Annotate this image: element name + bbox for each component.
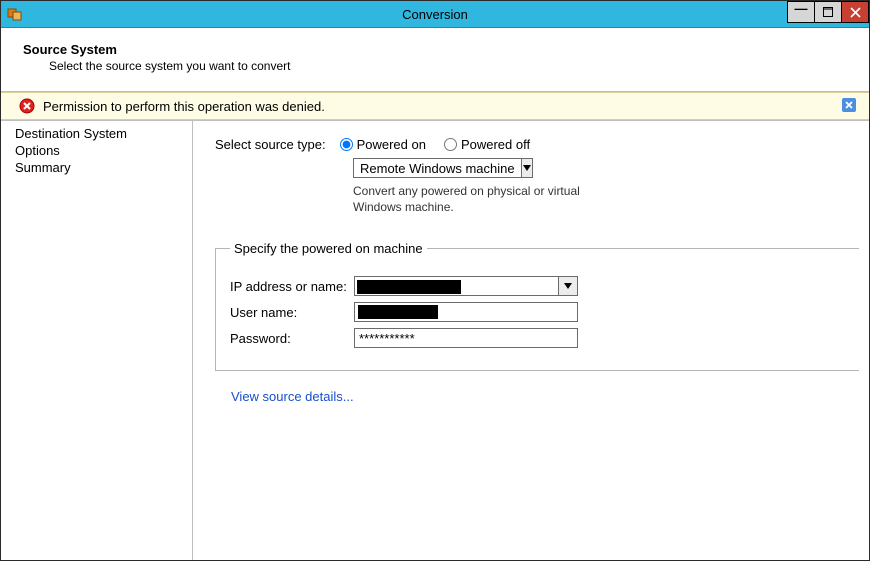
sidebar-item-destination[interactable]: Destination System [15, 125, 192, 142]
radio-powered-on-label: Powered on [357, 137, 426, 152]
chevron-down-icon[interactable] [521, 159, 532, 177]
wizard-body: Destination System Options Summary Selec… [1, 120, 869, 560]
ip-address-value [355, 277, 558, 295]
radio-powered-off-input[interactable] [444, 138, 457, 151]
specify-machine-legend: Specify the powered on machine [230, 241, 427, 256]
window-buttons: — [788, 1, 869, 23]
radio-powered-off-label: Powered off [461, 137, 530, 152]
source-type-combo[interactable]: Remote Windows machine [353, 158, 533, 178]
radio-powered-on-input[interactable] [340, 138, 353, 151]
chevron-down-icon[interactable] [558, 277, 577, 295]
source-type-combo-value: Remote Windows machine [354, 161, 521, 176]
close-button[interactable] [841, 1, 869, 23]
password-label: Password: [230, 331, 354, 346]
page-subtitle: Select the source system you want to con… [23, 57, 869, 73]
wizard-header: Source System Select the source system y… [1, 28, 869, 91]
username-label: User name: [230, 305, 354, 320]
source-type-hint: Convert any powered on physical or virtu… [353, 184, 859, 215]
conversion-window: Conversion — Source System Select the so… [0, 0, 870, 561]
page-title: Source System [23, 42, 869, 57]
source-type-label: Select source type: [215, 137, 326, 152]
titlebar: Conversion — [1, 1, 869, 28]
ip-address-combo[interactable] [354, 276, 578, 296]
maximize-button[interactable] [814, 1, 842, 23]
username-redacted [358, 305, 438, 319]
error-message: Permission to perform this operation was… [43, 99, 325, 114]
main-panel: Select source type: Powered on Powered o… [193, 121, 869, 560]
radio-powered-on[interactable]: Powered on [340, 137, 426, 152]
minimize-button[interactable]: — [787, 1, 815, 23]
ip-address-redacted [357, 280, 461, 294]
specify-machine-fieldset: Specify the powered on machine IP addres… [215, 241, 859, 371]
radio-powered-off[interactable]: Powered off [444, 137, 530, 152]
ip-label: IP address or name: [230, 279, 354, 294]
error-banner: Permission to perform this operation was… [1, 92, 869, 120]
wizard-steps-sidebar: Destination System Options Summary [1, 121, 193, 560]
error-close-button[interactable] [841, 97, 857, 113]
sidebar-item-options[interactable]: Options [15, 142, 192, 159]
view-source-details-link[interactable]: View source details... [231, 389, 354, 404]
window-title: Conversion [1, 7, 869, 22]
password-field[interactable] [354, 328, 578, 348]
app-icon [7, 6, 23, 22]
error-icon [19, 98, 35, 114]
sidebar-item-summary[interactable]: Summary [15, 159, 192, 176]
